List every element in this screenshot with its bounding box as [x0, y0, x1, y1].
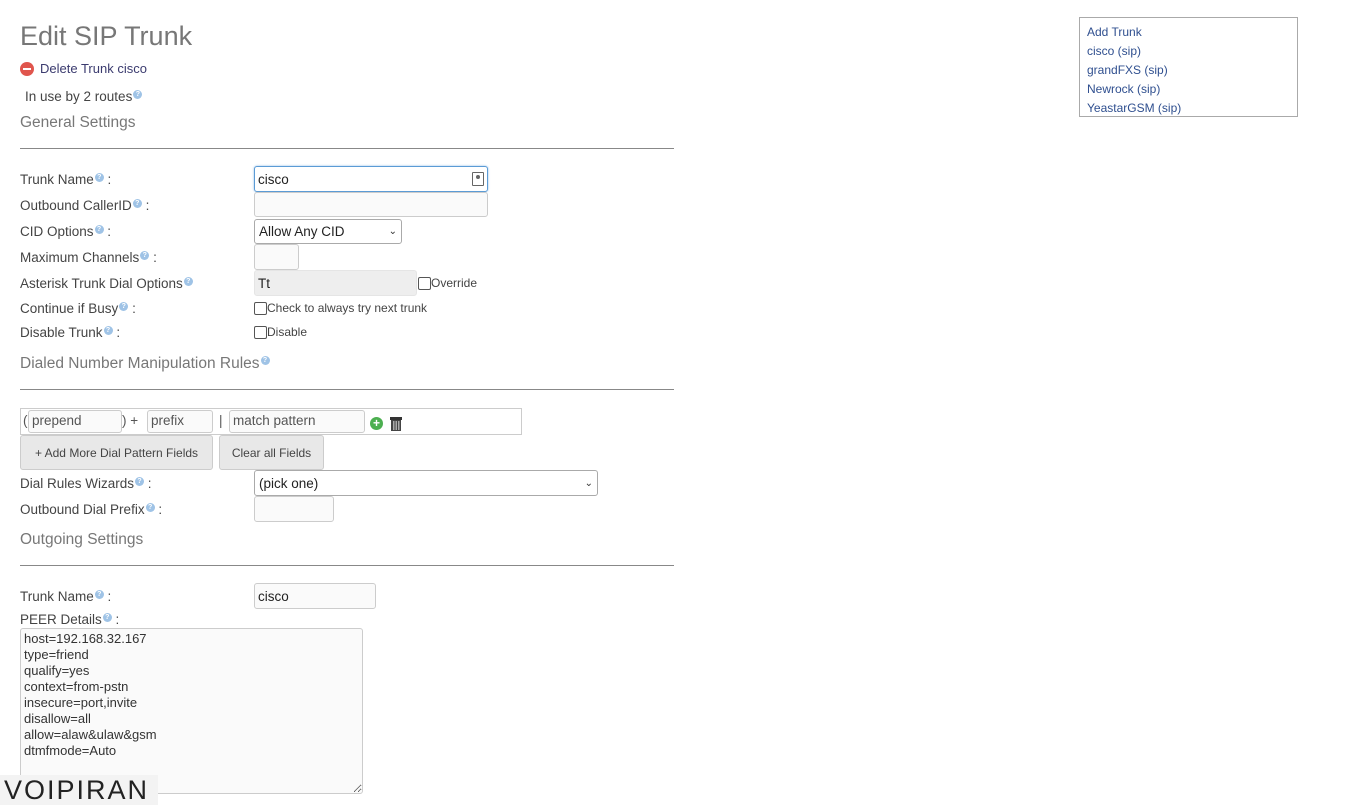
trunk-name-input[interactable]: cisco — [254, 166, 488, 192]
in-use-text: In use by 2 routes? — [25, 89, 143, 104]
chevron-down-icon: ⌄ — [388, 226, 397, 237]
help-icon[interactable]: ? — [94, 172, 104, 182]
voipiran-logo: VOIPIRAN — [0, 775, 158, 805]
page-title: Edit SIP Trunk — [20, 21, 193, 51]
prepend-input[interactable]: prepend — [28, 410, 122, 433]
clear-all-fields-button[interactable]: Clear all Fields — [219, 435, 324, 470]
help-icon[interactable]: ? — [145, 502, 155, 512]
divider — [20, 389, 674, 390]
continue-busy-cb-label: Check to always try next trunk — [267, 301, 428, 315]
trunk-list-item-newrock[interactable]: Newrock (sip) — [1087, 80, 1290, 99]
pipe-separator: | — [219, 413, 223, 428]
override-checkbox-row[interactable]: Override — [418, 275, 477, 290]
help-icon[interactable]: ? — [135, 476, 145, 486]
section-outgoing-settings: Outgoing Settings — [20, 531, 144, 548]
disable-trunk-checkbox[interactable] — [254, 325, 267, 339]
disable-trunk-label: Disable Trunk? : — [20, 325, 121, 340]
help-icon[interactable]: ? — [140, 250, 150, 260]
delete-trunk-label: Delete Trunk cisco — [40, 61, 147, 76]
outbound-dial-prefix-input[interactable] — [254, 496, 334, 522]
outgoing-trunk-name-input[interactable]: cisco — [254, 583, 376, 609]
divider — [20, 148, 674, 149]
peer-details-textarea[interactable]: host=192.168.32.167 type=friend qualify=… — [20, 628, 363, 794]
dial-rules-wizards-label: Dial Rules Wizards? : — [20, 476, 152, 491]
cid-options-label: CID Options? : — [20, 224, 112, 239]
continue-busy-label: Continue if Busy? : — [20, 301, 136, 316]
continue-busy-checkbox[interactable] — [254, 301, 267, 315]
outbound-dial-prefix-label: Outbound Dial Prefix? : — [20, 502, 163, 517]
help-icon[interactable]: ? — [103, 325, 113, 335]
plus-circle-icon[interactable]: + — [370, 417, 383, 430]
max-channels-label: Maximum Channels? : — [20, 250, 157, 265]
dial-rules-wizards-select[interactable]: (pick one) ⌄ — [254, 470, 598, 496]
trunk-list-item-grandfxs[interactable]: grandFXS (sip) — [1087, 61, 1290, 80]
dial-options-input[interactable]: Tt — [254, 270, 417, 296]
trash-icon[interactable] — [388, 415, 404, 432]
peer-details-label: PEER Details? : — [20, 612, 120, 627]
override-checkbox[interactable] — [418, 276, 431, 290]
help-icon[interactable]: ? — [133, 89, 143, 99]
trunk-list-item-yeastargsm[interactable]: YeastarGSM (sip) — [1087, 99, 1290, 118]
section-general-settings: General Settings — [20, 114, 136, 131]
prefix-input[interactable]: prefix — [147, 410, 213, 433]
max-channels-input[interactable] — [254, 244, 299, 270]
help-icon[interactable]: ? — [260, 355, 270, 365]
disable-cb-label: Disable — [267, 325, 308, 339]
continue-busy-checkbox-row[interactable]: Check to always try next trunk — [254, 300, 427, 315]
outbound-callerid-label: Outbound CallerID? : — [20, 198, 150, 213]
minus-circle-icon — [20, 61, 34, 76]
help-icon[interactable]: ? — [94, 224, 104, 234]
trunk-name-label: Trunk Name? : — [20, 172, 112, 187]
help-icon[interactable]: ? — [102, 612, 112, 622]
add-more-dial-pattern-button[interactable]: + Add More Dial Pattern Fields — [20, 435, 213, 470]
wizards-value: (pick one) — [259, 475, 319, 491]
open-paren: ( — [23, 413, 28, 428]
section-dial-rules: Dialed Number Manipulation Rules? — [20, 355, 270, 373]
trunk-list-item-add[interactable]: Add Trunk — [1087, 23, 1290, 42]
chevron-down-icon: ⌄ — [584, 477, 593, 489]
dial-pattern-row: ( prepend ) + prefix | match pattern + — [20, 408, 522, 435]
outbound-callerid-input[interactable] — [254, 192, 488, 217]
help-icon[interactable]: ? — [94, 589, 104, 599]
override-label: Override — [431, 276, 478, 290]
trunk-list-item-cisco[interactable]: cisco (sip) — [1087, 42, 1290, 61]
trunk-name-value: cisco — [258, 171, 289, 187]
delete-trunk-link[interactable]: Delete Trunk cisco — [20, 61, 147, 76]
contact-card-icon[interactable] — [472, 172, 484, 186]
cid-options-value: Allow Any CID — [259, 224, 345, 239]
in-use-label: In use by 2 routes — [25, 89, 133, 104]
match-pattern-input[interactable]: match pattern — [229, 410, 365, 433]
help-icon[interactable]: ? — [119, 301, 129, 311]
dial-options-label: Asterisk Trunk Dial Options? — [20, 276, 193, 291]
help-icon[interactable]: ? — [132, 198, 142, 208]
outgoing-trunk-name-label: Trunk Name? : — [20, 589, 112, 604]
divider — [20, 565, 674, 566]
help-icon[interactable]: ? — [183, 276, 193, 286]
trunk-list-panel: Add Trunk cisco (sip) grandFXS (sip) New… — [1079, 17, 1298, 117]
disable-trunk-checkbox-row[interactable]: Disable — [254, 324, 307, 339]
cid-options-select[interactable]: Allow Any CID ⌄ — [254, 219, 402, 244]
close-paren-plus: ) + — [122, 413, 139, 428]
